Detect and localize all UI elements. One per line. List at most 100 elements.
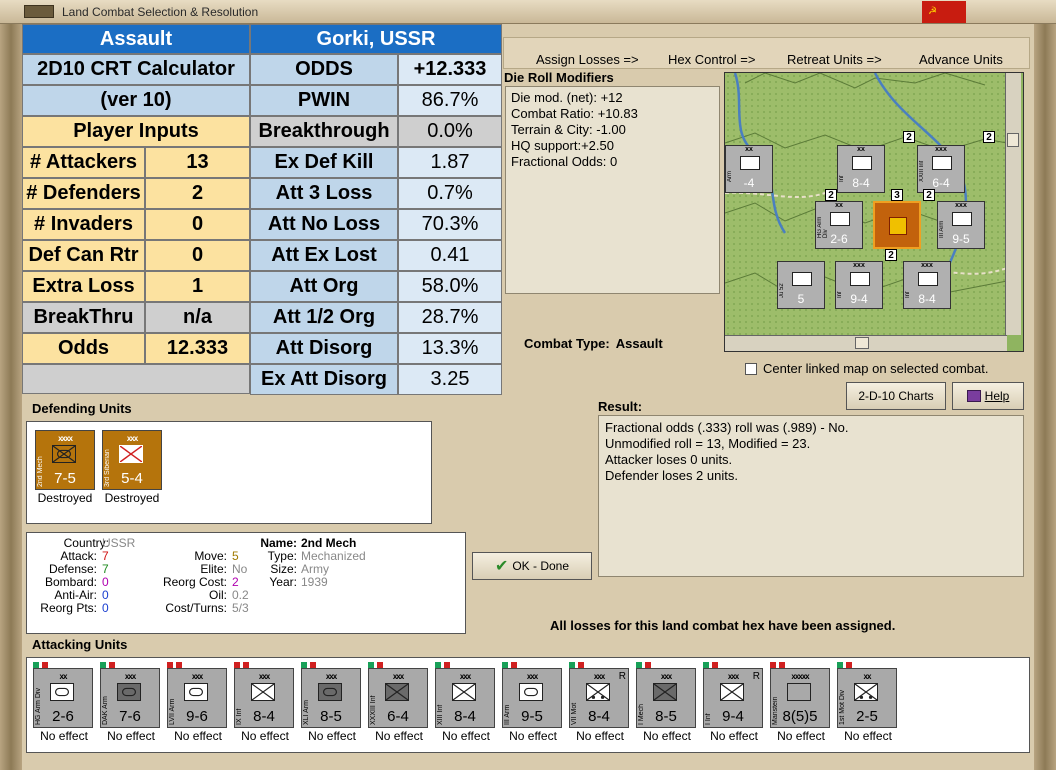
result-label: Result:: [598, 399, 643, 414]
charts-button[interactable]: 2-D-10 Charts: [846, 382, 946, 410]
hex-control-step[interactable]: Hex Control =>: [668, 52, 755, 67]
unit-factors: 8-5: [320, 708, 342, 725]
unit-info-box: Country: USSR Attack: 7 Defense: 7 Bomba…: [26, 532, 466, 634]
help-button[interactable]: Help: [952, 382, 1024, 410]
title-bar[interactable]: Land Combat Selection & Resolution ☭: [0, 0, 1056, 24]
map-unit-factors: -4: [743, 176, 755, 190]
map-unit-counter[interactable]: xxx Inf 8-4: [903, 261, 951, 309]
stack-count-badge: 2: [923, 189, 935, 201]
map-unit-counter[interactable]: Ju 52 5: [777, 261, 825, 309]
attack-value: 7: [102, 549, 109, 563]
attack-arrows-icon: [889, 217, 907, 235]
map-hscroll-thumb[interactable]: [855, 337, 869, 349]
type-value: Mechanized: [301, 549, 366, 563]
attacking-unit[interactable]: xxx I Mech 8-5 No effect: [636, 662, 698, 743]
map-unit-size: xxx: [935, 146, 947, 153]
cost-turns-value: 5/3: [232, 601, 249, 615]
crt-result-value: 70.3%: [398, 209, 502, 240]
combat-hex-target[interactable]: [873, 201, 921, 249]
attacking-unit[interactable]: xx 1st Mot Div 2-5 No effect: [837, 662, 899, 743]
attacking-unit[interactable]: xxx III Arm 9-5 No effect: [502, 662, 564, 743]
map-unit-factors: 9-5: [952, 232, 970, 246]
map-vscroll-thumb[interactable]: [1007, 133, 1019, 147]
help-button-label: Help: [984, 389, 1010, 403]
crt-input-label: Def Can Rtr: [22, 240, 145, 271]
ok-done-button[interactable]: ✔ OK - Done: [472, 552, 592, 580]
crt-input-value[interactable]: 0: [145, 209, 250, 240]
attacking-unit[interactable]: xx HG Arm Div 2-6 No effect: [33, 662, 95, 743]
unit-factors: 2-5: [856, 708, 878, 725]
crt-result-label: ODDS: [250, 54, 398, 85]
map-unit-counter[interactable]: xx Arm -4: [725, 145, 773, 193]
map-unit-symbol-icon: [850, 272, 870, 286]
attacking-unit[interactable]: xxx VII Mot R 8-4 No effect: [569, 662, 631, 743]
attacking-unit[interactable]: xxxxx Manstein 8(5)5 No effect: [770, 662, 832, 743]
crt-input-label: Extra Loss: [22, 271, 145, 302]
crt-input-value[interactable]: 1: [145, 271, 250, 302]
crt-hex-name: Gorki, USSR: [250, 24, 502, 54]
unit-status: No effect: [509, 729, 557, 743]
unit-symbol-icon: [318, 683, 342, 701]
map-unit-symbol-icon: [740, 156, 760, 170]
linked-map[interactable]: xxx III Arm 9-5 xxx XXIII Inf 6-4 xx Inf 8…: [724, 72, 1024, 352]
unit-counter: xxxx 2nd Mech 7-5: [35, 430, 95, 490]
map-unit-symbol-icon: [830, 212, 850, 226]
center-map-option[interactable]: Center linked map on selected combat.: [745, 361, 988, 376]
map-unit-counter[interactable]: xx HG Arm Div 2-6: [815, 201, 863, 249]
map-horizontal-scrollbar[interactable]: [725, 335, 1007, 351]
attacking-unit[interactable]: xxx DAK Arm 7-6 No effect: [100, 662, 162, 743]
advance-units-step[interactable]: Advance Units: [919, 52, 1003, 67]
window-menu-icon[interactable]: [24, 5, 54, 18]
die-roll-modifiers: Die mod. (net): +12 Combat Ratio: +10.83…: [505, 86, 720, 294]
map-unit-counter[interactable]: xxx III Arm 9-5: [937, 201, 985, 249]
attacking-unit[interactable]: xxx LVII Arm 9-6 No effect: [167, 662, 229, 743]
attacking-unit[interactable]: xxx IX Inf 8-4 No effect: [234, 662, 296, 743]
map-unit-factors: 9-4: [850, 292, 868, 306]
unit-symbol-icon: [184, 683, 208, 701]
crt-result-label: Att No Loss: [250, 209, 398, 240]
result-line: Attacker loses 0 units.: [605, 452, 733, 467]
unit-counter: xx 1st Mot Div 2-5: [837, 668, 897, 728]
crt-input-value[interactable]: 0: [145, 240, 250, 271]
name-value: 2nd Mech: [301, 536, 357, 550]
charts-button-label: 2-D-10 Charts: [858, 389, 934, 403]
retreat-units-step[interactable]: Retreat Units =>: [787, 52, 882, 67]
crt-result-value: 13.3%: [398, 333, 502, 364]
year-label: Year:: [269, 575, 297, 589]
unit-status: Destroyed: [104, 491, 160, 505]
name-label: Name:: [260, 536, 297, 550]
center-map-checkbox[interactable]: [745, 362, 757, 375]
defending-unit[interactable]: xxx 3rd Siberian 5-4 Destroyed: [102, 430, 162, 505]
crt-input-value[interactable]: 13: [145, 147, 250, 178]
unit-symbol-icon: [586, 683, 610, 701]
unit-factors: 2-6: [52, 708, 74, 725]
crt-result-value: 0.7%: [398, 178, 502, 209]
attacking-units-box: xx HG Arm Div 2-6 No effect xxx DAK Arm …: [26, 657, 1030, 753]
unit-counter: xxx III Arm 9-5: [502, 668, 562, 728]
assign-losses-step[interactable]: Assign Losses =>: [536, 52, 639, 67]
map-vertical-scrollbar[interactable]: [1005, 73, 1021, 335]
map-unit-counter[interactable]: xxx XXIII Inf 6-4: [917, 145, 965, 193]
unit-symbol-icon: [117, 683, 141, 701]
die-line: Fractional Odds: 0: [511, 154, 618, 169]
map-unit-symbol-icon: [952, 212, 972, 226]
map-unit-counter[interactable]: xxx Inf 9-4: [835, 261, 883, 309]
crt-result-value: 0.0%: [398, 116, 502, 147]
reserve-marker: R: [752, 671, 760, 682]
crt-input-value[interactable]: 12.333: [145, 333, 250, 364]
unit-counter: xxxxx Manstein 8(5)5: [770, 668, 830, 728]
attacking-unit[interactable]: xxx XLI Arm 8-5 No effect: [301, 662, 363, 743]
crt-result-value: 86.7%: [398, 85, 502, 116]
map-unit-size: xxx: [853, 262, 865, 269]
attacking-unit[interactable]: xxx XIII Inf 8-4 No effect: [435, 662, 497, 743]
attacking-unit[interactable]: xxx XXXIII Inf 6-4 No effect: [368, 662, 430, 743]
stack-count-badge: 2: [885, 249, 897, 261]
defending-unit[interactable]: xxxx 2nd Mech 7-5 Destroyed: [35, 430, 95, 505]
map-unit-counter[interactable]: xx Inf 8-4: [837, 145, 885, 193]
crt-calc-version: (ver 10): [22, 85, 250, 116]
attacking-unit[interactable]: xxx I Inf R 9-4 No effect: [703, 662, 765, 743]
crt-input-value[interactable]: n/a: [145, 302, 250, 333]
crt-result-label: Ex Att Disorg: [250, 364, 398, 395]
infantry-symbol-icon: [119, 445, 143, 463]
crt-input-value[interactable]: 2: [145, 178, 250, 209]
